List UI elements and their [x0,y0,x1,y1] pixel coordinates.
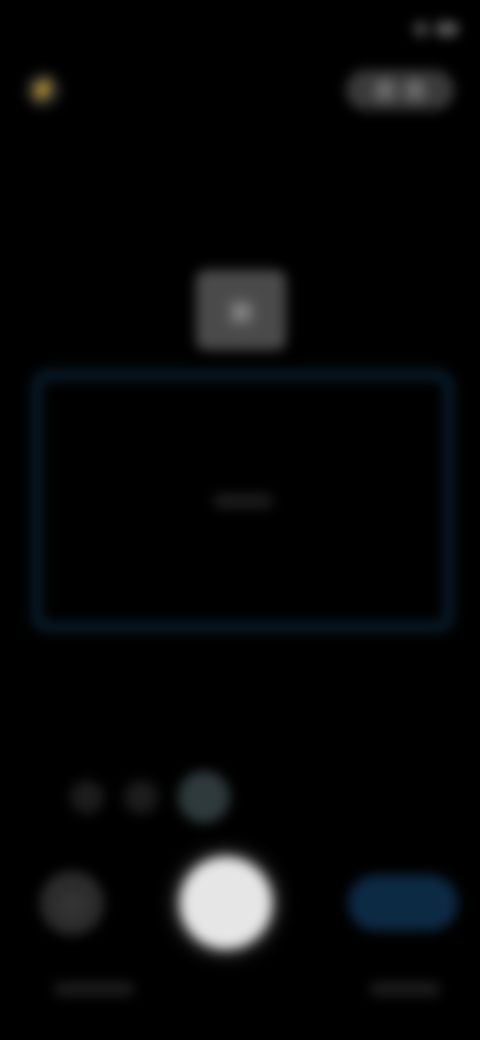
battery-icon [436,22,458,36]
more-icon[interactable] [404,79,426,101]
bottom-labels [54,976,440,1002]
flash-icon[interactable]: ⚡ [26,73,60,107]
frame-hint [213,494,273,508]
zoom-option-active[interactable] [178,771,230,823]
settings-icon[interactable] [374,79,396,101]
status-bar [22,14,458,44]
camera-screen: ⚡ ▣ ▢ [0,0,480,1040]
zoom-selector [70,771,290,823]
bottom-label-left [54,982,134,996]
bottom-label-right [370,982,440,996]
document-icon[interactable]: ▣ [196,270,286,350]
send-button[interactable] [348,875,458,931]
status-icons [414,22,458,36]
zoom-option[interactable] [70,780,104,814]
gallery-icon[interactable]: ▢ [40,871,104,935]
bottom-controls: ▢ [40,857,458,949]
shutter-button[interactable] [180,857,272,949]
top-controls: ⚡ [26,68,454,112]
settings-pill[interactable] [346,70,454,110]
scan-frame [32,370,454,632]
signal-icon [414,22,428,36]
zoom-option[interactable] [124,780,158,814]
